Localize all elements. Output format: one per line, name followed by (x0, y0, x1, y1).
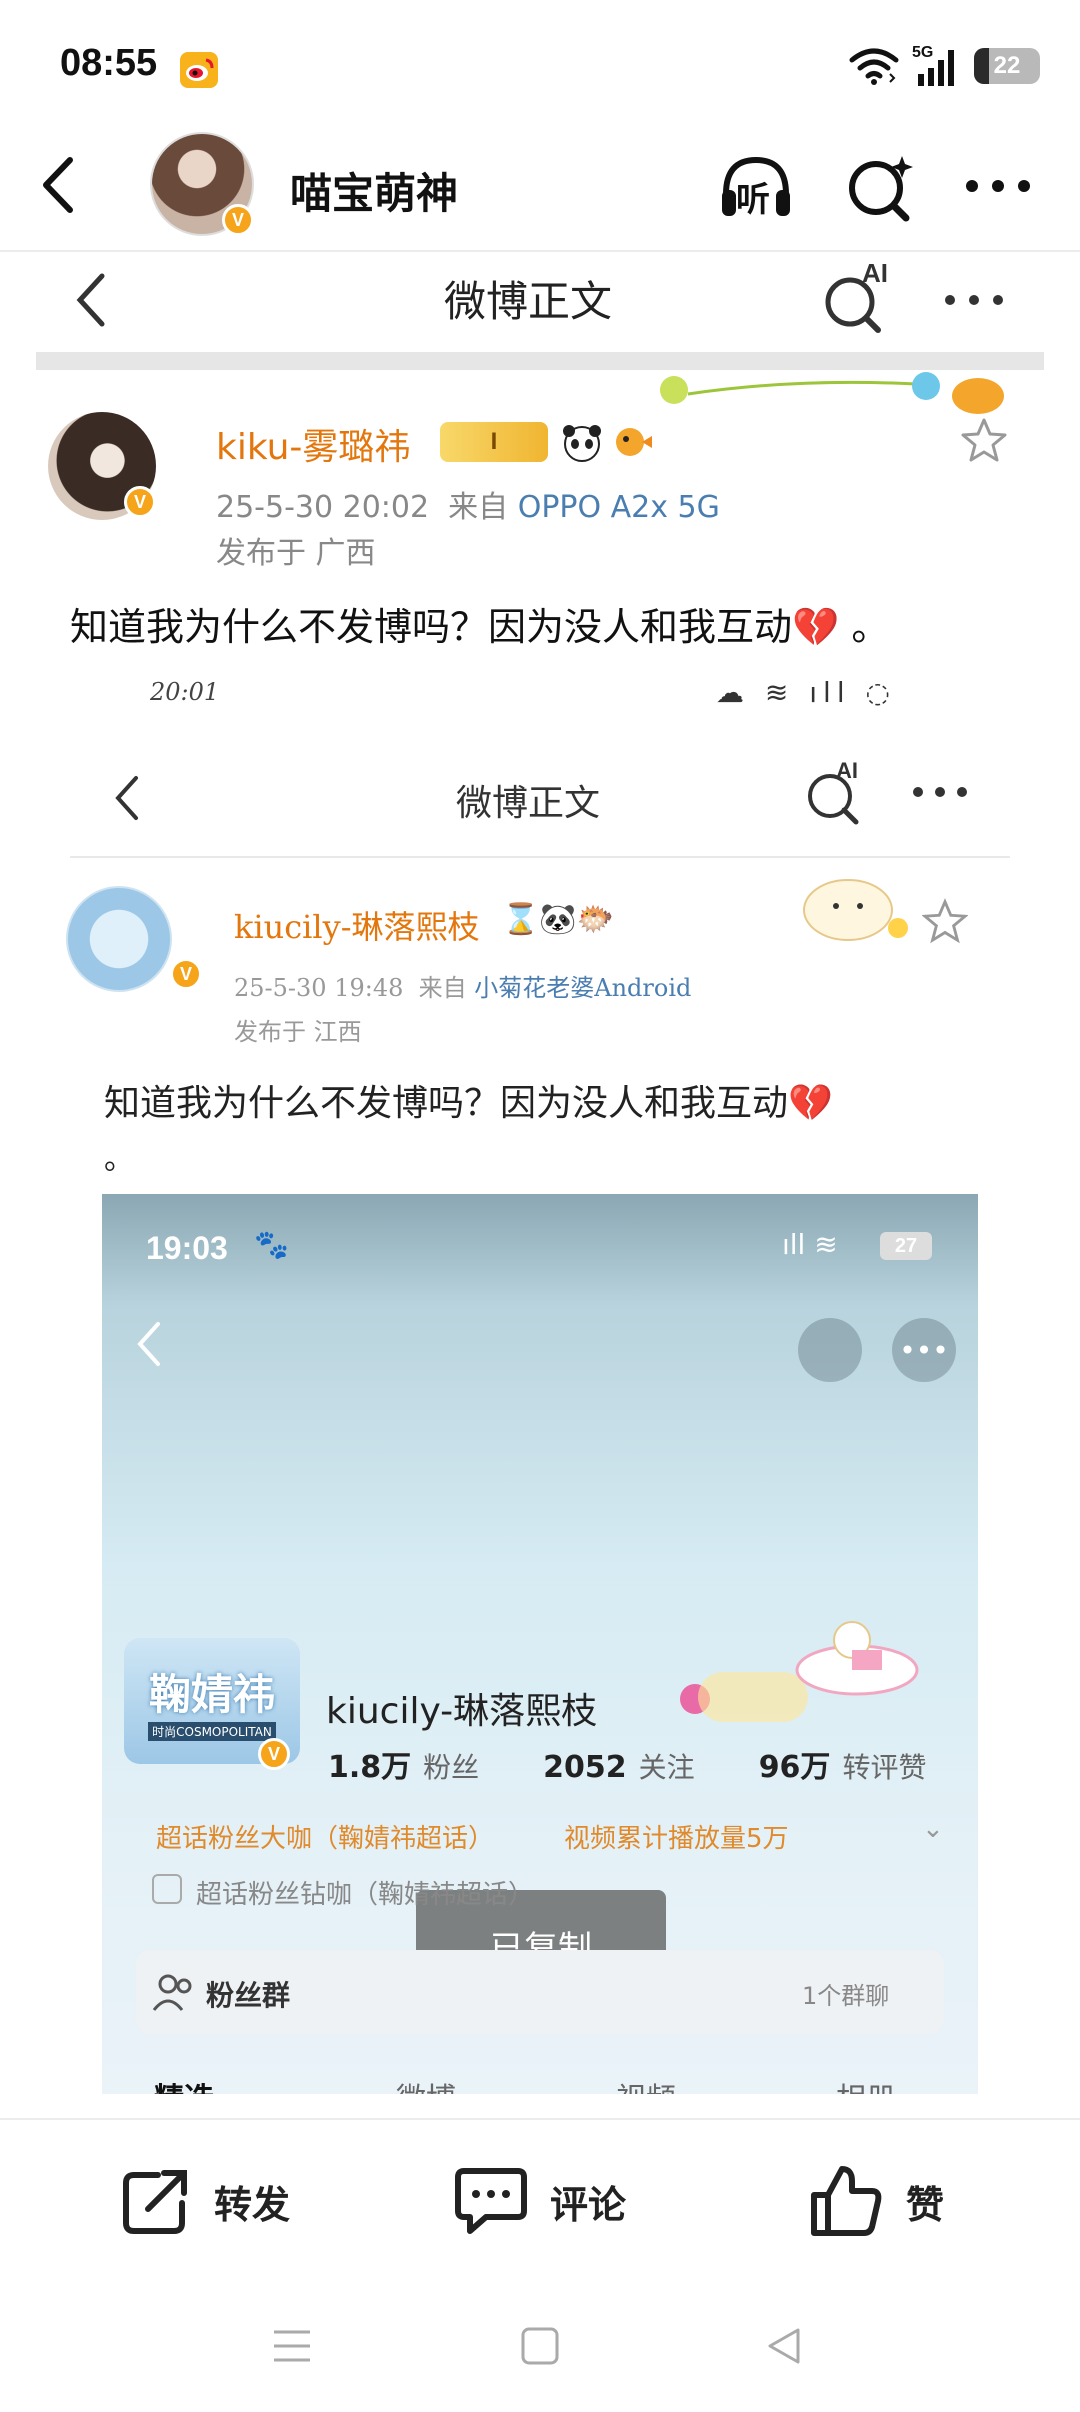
profile-avatar-text: 鞠婧祎 (148, 1670, 275, 1719)
search-ai-icon[interactable] (840, 148, 920, 228)
profile-name: kiucily-琳落熙枝 (326, 1691, 598, 1732)
comment-button[interactable]: 评论 (452, 2158, 626, 2244)
shield-icon (152, 1874, 182, 1904)
embedded-status-icons: ☁ ≋ ıll ◌ (716, 676, 896, 709)
thumbs-up-icon (811, 2166, 882, 2236)
embedded-date: 25-5-30 19:48 (234, 974, 404, 1002)
embedded-meta-line: 25-5-30 19:48 来自 小菊花老婆Android (234, 968, 691, 1003)
repost-label: 转发 (214, 2182, 291, 2227)
tag-super-fan: 超话粉丝大咖（鞠婧祎超话） (156, 1824, 495, 1854)
signal-5g-icon: 5G (912, 44, 962, 88)
comment-label: 评论 (550, 2182, 627, 2227)
post-date: 25-5-30 20:02 (216, 490, 430, 525)
nav-back-icon[interactable] (762, 2324, 806, 2368)
post-author-name[interactable]: kiku-雾璐祎 (216, 418, 410, 470)
fans-group-icon (152, 1974, 192, 2011)
post-source[interactable]: OPPO A2x 5G (518, 490, 720, 525)
status-icons: 5G 22 (848, 44, 1040, 88)
post-image-screenshot[interactable]: 微博正文 AI V kiku-雾璐祎 I 25-5-30 20:02 来自 OP… (36, 252, 1044, 2094)
profile-tab-0: 精选 (154, 2074, 214, 2094)
weibo-notification-icon (180, 52, 218, 88)
embedded-nav-title: 微博正文 (456, 783, 601, 824)
embedded-ai-label: AI (836, 758, 858, 783)
screenshot-more-icon (945, 295, 1003, 305)
verified-badge-icon: V (222, 204, 254, 236)
embedded-source: 小菊花老婆Android (474, 974, 692, 1002)
profile-status-icons: ıll ≋ (782, 1228, 838, 1261)
profile-avatar-subtext: 时尚COSMOPOLITAN (148, 1722, 276, 1741)
post-from-label: 来自 (448, 490, 509, 525)
embedded-post-text-tail: 。 (104, 1142, 134, 1177)
member-level-badge: I (440, 422, 548, 462)
following-count: 2052 (543, 1750, 627, 1785)
embedded-star-icon (922, 898, 968, 944)
system-nav-bar (0, 2284, 1080, 2412)
profile-screenshot-image: 19:03 🐾 ıll ≋ 27 ••• 鞠婧祎 时尚COSMOPOLITAN … (102, 1194, 978, 2094)
profile-search-button (798, 1318, 862, 1382)
bathtub-bear-sticker (795, 1621, 919, 1696)
status-bar: 08:55 5G 22 (0, 0, 1080, 120)
like-button[interactable]: 赞 (806, 2158, 944, 2244)
post-meta-line: 25-5-30 20:02 来自 OPPO A2x 5G (216, 482, 720, 526)
like-label: 赞 (906, 2182, 945, 2227)
embedded-status-time: 20:01 (150, 678, 220, 706)
embedded-author-avatar (66, 886, 172, 992)
post-text: 知道我为什么不发博吗？因为没人和我互动💔 。 (70, 605, 890, 649)
embedded-post-text: 知道我为什么不发博吗？因为没人和我互动💔 (104, 1083, 833, 1124)
screenshot-ai-label: AI (862, 258, 888, 288)
profile-tab-2: 视频 (616, 2074, 676, 2094)
more-options-icon[interactable] (958, 148, 1038, 228)
fans-group-label: 粉丝群 (206, 1979, 291, 2012)
nav-home-icon[interactable] (518, 2324, 562, 2368)
header-username[interactable]: 喵宝萌神 (290, 160, 458, 221)
embedded-location: 发布于 江西 (234, 1018, 362, 1046)
profile-more-button: ••• (892, 1318, 956, 1382)
group-count-label: 1个群聊 (802, 1982, 890, 2010)
following-label: 关注 (638, 1751, 695, 1784)
embedded-from-label: 来自 (418, 974, 467, 1002)
bear-sticker-decoration (803, 879, 908, 941)
tag-expand-chevron-icon: ⌄ (922, 1814, 944, 1844)
embedded-badge-icons: ⌛🐼🐡 (502, 902, 615, 937)
battery-icon: 22 (974, 48, 1040, 84)
embedded-more-icon (913, 787, 967, 797)
panda-icon (563, 425, 601, 462)
profile-back-icon (137, 1322, 160, 1366)
nav-menu-icon[interactable] (270, 2324, 314, 2368)
profile-tab-3: 相册 (836, 2074, 896, 2094)
pufferfish-icon (616, 428, 652, 456)
followers-label: 粉丝 (423, 1751, 480, 1784)
profile-status-time: 19:03 (146, 1230, 228, 1266)
repost-button[interactable]: 转发 (118, 2158, 290, 2244)
likes-label: 转评赞 (842, 1751, 927, 1784)
battery-level: 22 (993, 52, 1021, 79)
profile-tab-1: 微博 (396, 2074, 456, 2094)
comment-icon (455, 2168, 527, 2234)
post-location: 发布于 广西 (216, 536, 376, 571)
profile-verified-badge-icon: V (258, 1738, 290, 1770)
likes-count: 96万 (758, 1750, 831, 1785)
profile-stats: 1.8万 粉丝 2052 关注 96万 转评赞 (328, 1742, 926, 1786)
favorite-star-icon[interactable] (960, 416, 1008, 464)
profile-battery: 27 (880, 1232, 932, 1260)
paw-icon: 🐾 (254, 1228, 289, 1261)
profile-tab-bar: 精选 微博 视频 相册 (102, 2068, 978, 2094)
screenshot-back-icon (76, 273, 105, 327)
post-verified-badge-icon: V (124, 486, 156, 518)
followers-count: 1.8万 (328, 1750, 412, 1785)
listen-label: 听 (736, 180, 770, 220)
screenshot-nav-title: 微博正文 (444, 277, 613, 326)
embedded-verified-badge-icon: V (170, 958, 202, 990)
wifi-icon (849, 48, 899, 85)
embedded-back-icon (115, 776, 138, 820)
embedded-author-name: kiucily-琳落熙枝 (234, 908, 480, 946)
tag-diamond-fan: 超话粉丝钻咖（鞠婧祎超话） (196, 1880, 535, 1910)
member-level-text: I (490, 428, 498, 455)
tag-video-views: 视频累计播放量5万 (564, 1824, 789, 1854)
status-time: 08:55 (60, 42, 158, 84)
repost-icon (123, 2170, 187, 2234)
back-button[interactable] (30, 150, 90, 220)
